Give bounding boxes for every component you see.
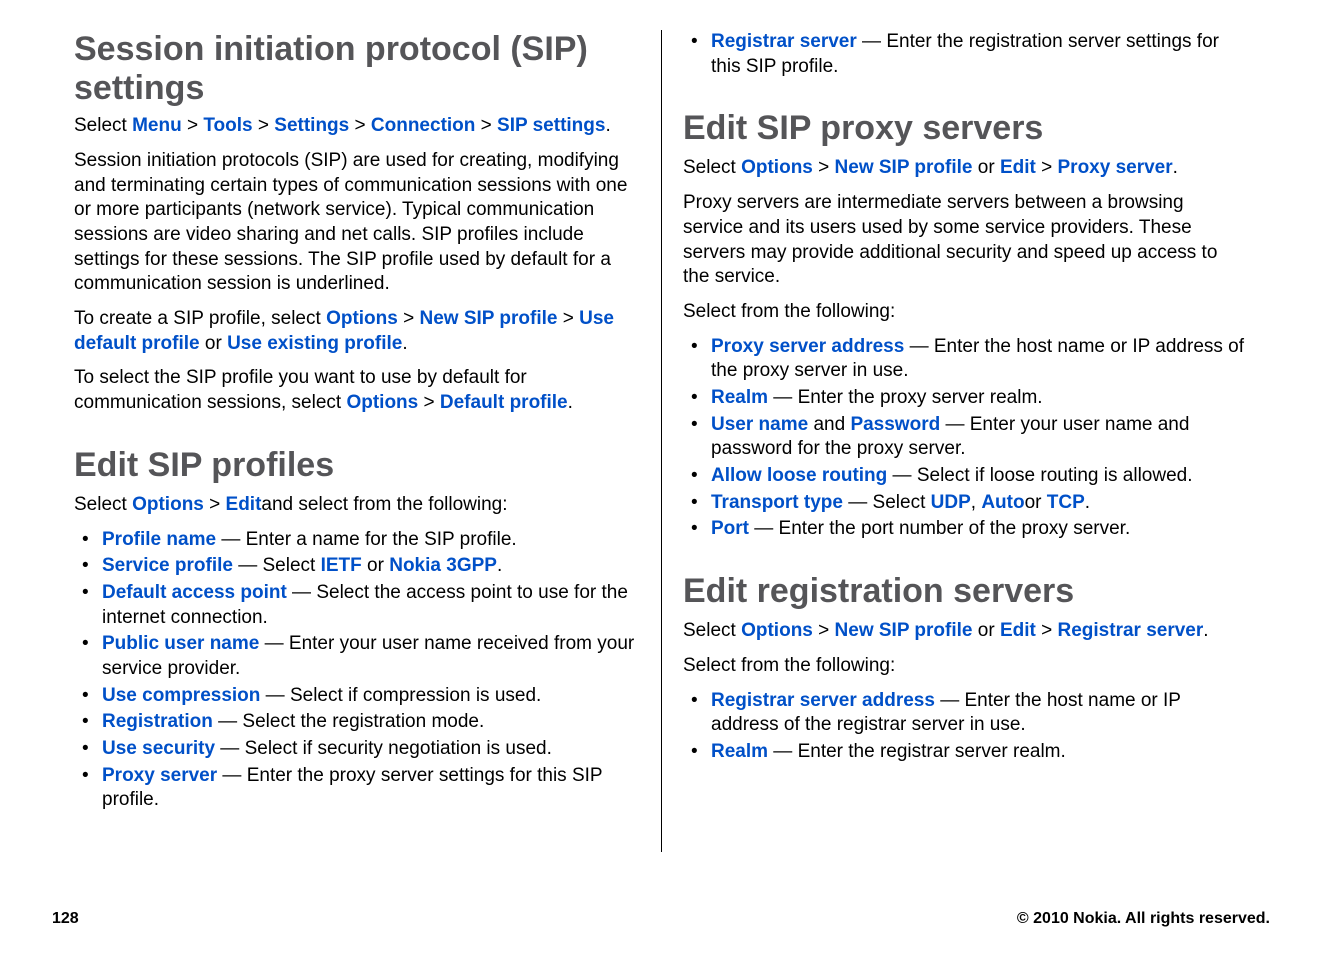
list-item: Transport type — Select UDP, Autoor TCP. (683, 491, 1248, 516)
list-item: Registration — Select the registration m… (74, 710, 639, 735)
list-item: Proxy server address — Enter the host na… (683, 335, 1248, 384)
list-item: User name and Password — Enter your user… (683, 413, 1248, 462)
link-menu[interactable]: Menu (132, 115, 182, 136)
list-item: Use compression — Select if compression … (74, 684, 639, 709)
link-realm[interactable]: Realm (711, 387, 768, 408)
link-edit[interactable]: Edit (226, 494, 262, 515)
heading-edit-proxy: Edit SIP proxy servers (683, 109, 1248, 148)
list-item: Realm — Enter the registrar server realm… (683, 740, 1248, 765)
link-default-access-point[interactable]: Default access point (102, 582, 287, 603)
list-item: Registrar server — Enter the registratio… (683, 30, 1248, 79)
link-public-user-name[interactable]: Public user name (102, 633, 259, 654)
link-tools[interactable]: Tools (203, 115, 252, 136)
link-edit[interactable]: Edit (1000, 157, 1036, 178)
paragraph-registration-select: Select Options > New SIP profile or Edit… (683, 619, 1248, 644)
link-use-existing-profile[interactable]: Use existing profile (227, 333, 402, 354)
link-options[interactable]: Options (132, 494, 204, 515)
link-profile-name[interactable]: Profile name (102, 529, 216, 550)
link-new-sip-profile[interactable]: New SIP profile (835, 157, 973, 178)
link-options[interactable]: Options (741, 157, 813, 178)
list-item: Default access point — Select the access… (74, 581, 639, 630)
heading-edit-registration: Edit registration servers (683, 572, 1248, 611)
paragraph-select-default: To select the SIP profile you want to us… (74, 366, 639, 415)
link-options[interactable]: Options (326, 308, 398, 329)
link-user-name[interactable]: User name (711, 414, 808, 435)
heading-edit-sip-profiles: Edit SIP profiles (74, 446, 639, 485)
list-item: Public user name — Enter your user name … (74, 632, 639, 681)
link-port[interactable]: Port (711, 518, 749, 539)
link-options[interactable]: Options (346, 392, 418, 413)
link-new-sip-profile[interactable]: New SIP profile (835, 620, 973, 641)
link-proxy-server-address[interactable]: Proxy server address (711, 336, 904, 357)
breadcrumb: Select Menu > Tools > Settings > Connect… (74, 114, 639, 139)
link-udp[interactable]: UDP (931, 492, 971, 513)
link-sip-settings[interactable]: SIP settings (497, 115, 605, 136)
two-column-layout: Session initiation protocol (SIP) settin… (52, 30, 1270, 852)
link-settings[interactable]: Settings (274, 115, 349, 136)
page-number: 128 (52, 910, 79, 928)
list-item: Allow loose routing — Select if loose ro… (683, 464, 1248, 489)
paragraph-proxy-desc: Proxy servers are intermediate servers b… (683, 191, 1248, 290)
link-auto[interactable]: Auto (981, 492, 1024, 513)
paragraph-proxy-select: Select Options > New SIP profile or Edit… (683, 156, 1248, 181)
link-default-profile[interactable]: Default profile (440, 392, 568, 413)
list-registration: Registrar server address — Enter the hos… (683, 689, 1248, 765)
list-item: Proxy server — Enter the proxy server se… (74, 764, 639, 813)
list-proxy: Proxy server address — Enter the host na… (683, 335, 1248, 543)
list-item: Port — Enter the port number of the prox… (683, 517, 1248, 542)
link-edit[interactable]: Edit (1000, 620, 1036, 641)
link-use-security[interactable]: Use security (102, 738, 215, 759)
paragraph-sip-description: Session initiation protocols (SIP) are u… (74, 149, 639, 297)
link-registrar-server[interactable]: Registrar server (711, 31, 857, 52)
link-new-sip-profile[interactable]: New SIP profile (420, 308, 558, 329)
list-item: Use security — Select if security negoti… (74, 737, 639, 762)
link-transport-type[interactable]: Transport type (711, 492, 843, 513)
list-item: Profile name — Enter a name for the SIP … (74, 528, 639, 553)
link-connection[interactable]: Connection (371, 115, 476, 136)
page-footer: 128 © 2010 Nokia. All rights reserved. (52, 910, 1270, 928)
link-proxy-server[interactable]: Proxy server (102, 765, 217, 786)
link-proxy-server[interactable]: Proxy server (1058, 157, 1173, 178)
link-allow-loose-routing[interactable]: Allow loose routing (711, 465, 887, 486)
link-options[interactable]: Options (741, 620, 813, 641)
paragraph-edit-select: Select Options > Editand select from the… (74, 493, 639, 518)
link-ietf[interactable]: IETF (321, 555, 362, 576)
link-nokia-3gpp[interactable]: Nokia 3GPP (389, 555, 497, 576)
link-password[interactable]: Password (850, 414, 940, 435)
paragraph-proxy-select-from: Select from the following: (683, 300, 1248, 325)
link-registrar-server[interactable]: Registrar server (1058, 620, 1204, 641)
copyright: © 2010 Nokia. All rights reserved. (1017, 910, 1270, 928)
list-item: Realm — Enter the proxy server realm. (683, 386, 1248, 411)
link-use-compression[interactable]: Use compression (102, 685, 260, 706)
paragraph-registration-select-from: Select from the following: (683, 654, 1248, 679)
heading-sip-settings: Session initiation protocol (SIP) settin… (74, 30, 639, 108)
link-registrar-server-address[interactable]: Registrar server address (711, 690, 935, 711)
paragraph-create-profile: To create a SIP profile, select Options … (74, 307, 639, 356)
link-tcp[interactable]: TCP (1047, 492, 1085, 513)
link-service-profile[interactable]: Service profile (102, 555, 233, 576)
list-item: Registrar server address — Enter the hos… (683, 689, 1248, 738)
link-registration[interactable]: Registration (102, 711, 213, 732)
link-realm[interactable]: Realm (711, 741, 768, 762)
list-item: Service profile — Select IETF or Nokia 3… (74, 554, 639, 579)
